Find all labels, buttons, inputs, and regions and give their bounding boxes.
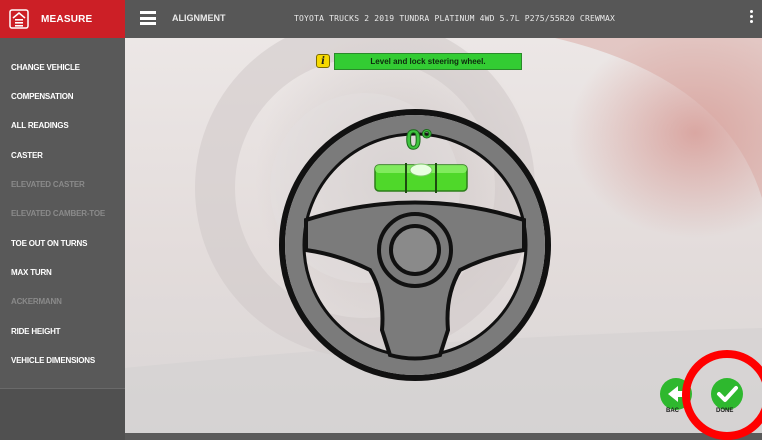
sidebar-item-all-readings[interactable]: ALL READINGS	[0, 113, 125, 137]
more-options-icon[interactable]	[748, 10, 754, 28]
steering-angle-readout: 0°	[405, 124, 433, 156]
sidebar-item-ackermann: ACKERMANN	[11, 296, 62, 306]
sidebar-item-caster[interactable]: CASTER	[0, 143, 125, 167]
home-icon	[9, 9, 29, 29]
sidebar-item-toe-out-on-turns[interactable]: TOE OUT ON TURNS	[0, 231, 125, 255]
section-title: ALIGNMENT	[172, 13, 226, 23]
sidebar: CHANGE VEHICLE COMPENSATION ALL READINGS…	[0, 38, 125, 440]
instruction-banner: Level and lock steering wheel.	[334, 53, 522, 70]
measure-tab-label: MEASURE	[41, 13, 93, 25]
info-icon: i	[316, 54, 330, 68]
sidebar-item-ride-height[interactable]: RIDE HEIGHT	[0, 319, 125, 343]
back-button-label: BAC	[666, 408, 679, 414]
vehicle-title: TOYOTA TRUCKS 2 2019 TUNDRA PLATINUM 4WD…	[294, 14, 616, 23]
hamburger-menu-icon[interactable]	[140, 11, 156, 25]
sidebar-item-change-vehicle[interactable]: CHANGE VEHICLE	[0, 55, 125, 79]
sidebar-item-elevated-camber-toe: ELEVATED CAMBER-TOE	[11, 208, 105, 218]
sidebar-item-vehicle-dimensions[interactable]: VEHICLE DIMENSIONS	[0, 348, 125, 372]
top-bar: MEASURE ALIGNMENT TOYOTA TRUCKS 2 2019 T…	[0, 0, 762, 38]
sidebar-item-max-turn[interactable]: MAX TURN	[0, 260, 125, 284]
sidebar-item-compensation[interactable]: COMPENSATION	[0, 84, 125, 108]
measure-tab[interactable]: MEASURE	[0, 0, 125, 38]
bottom-strip	[125, 433, 762, 440]
sidebar-item-elevated-caster: ELEVATED CASTER	[11, 179, 85, 189]
highlight-circle	[682, 350, 762, 440]
sidebar-footer	[0, 388, 125, 440]
